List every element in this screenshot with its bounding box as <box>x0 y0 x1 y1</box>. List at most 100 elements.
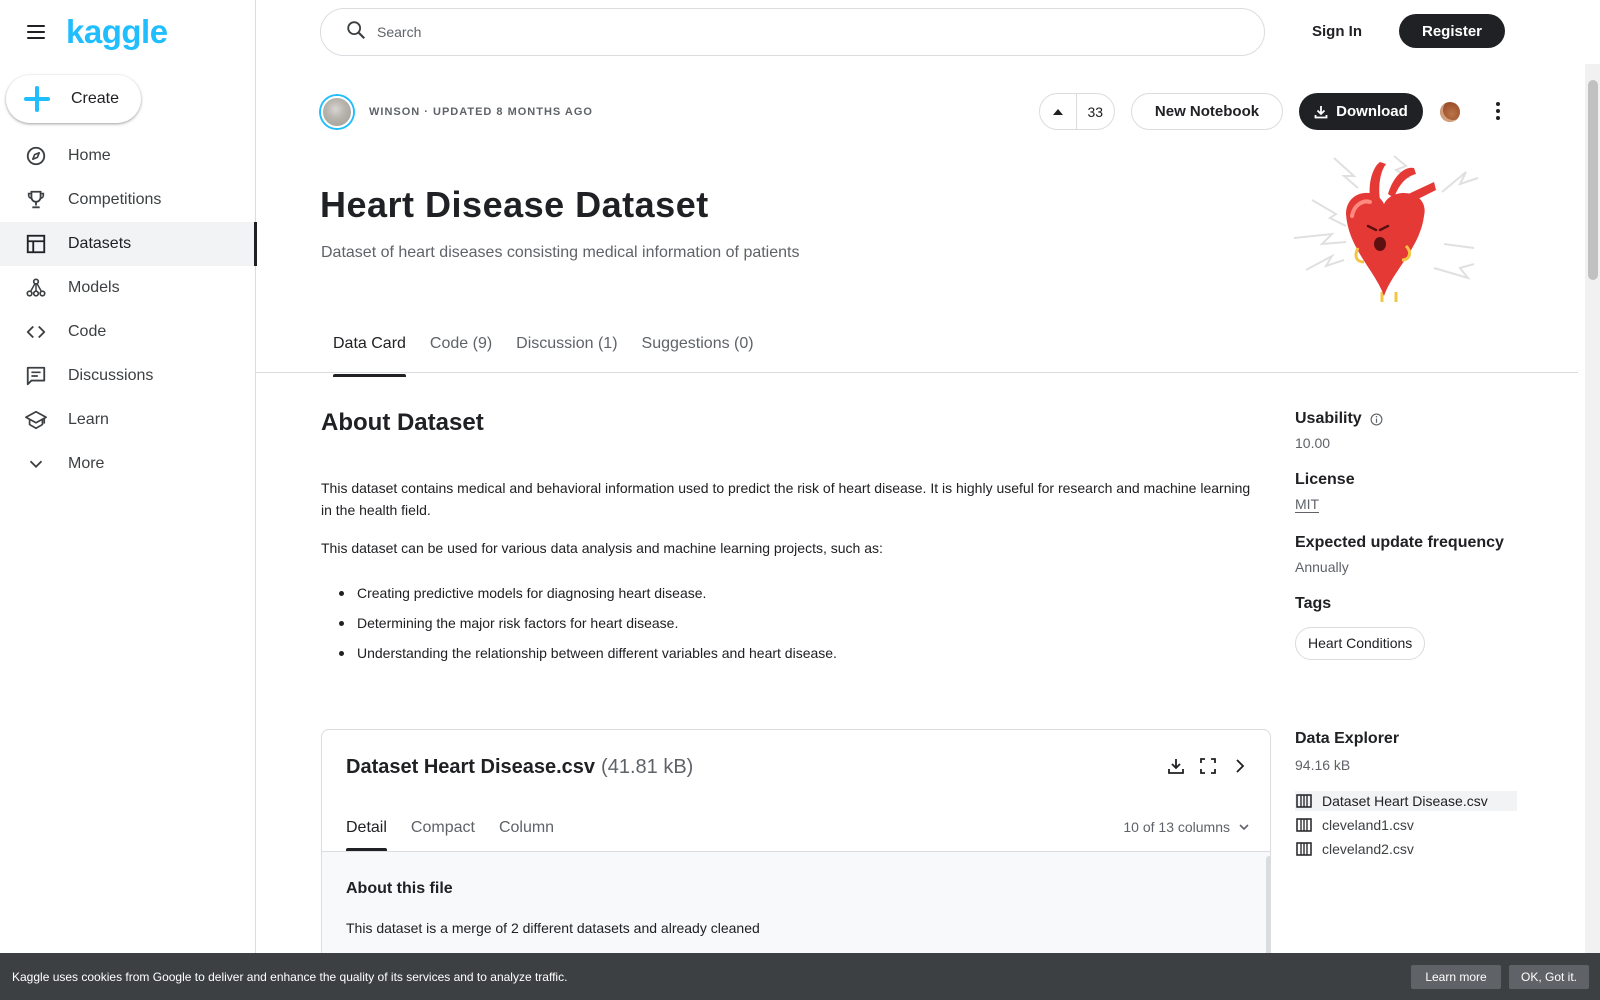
bronze-medal-icon[interactable] <box>1440 102 1460 122</box>
trophy-icon <box>24 188 48 212</box>
sidebar-item-models[interactable]: Models <box>0 266 256 310</box>
explorer-file-item[interactable]: Dataset Heart Disease.csv <box>1295 791 1517 811</box>
sidebar-item-code[interactable]: Code <box>0 310 256 354</box>
license-link[interactable]: MIT <box>1295 496 1320 513</box>
about-file-text: This dataset is a merge of 2 different d… <box>346 920 760 936</box>
tab-discussion[interactable]: Discussion (1) <box>516 335 617 371</box>
models-icon <box>24 276 48 300</box>
cookie-text: Kaggle uses cookies from Google to deliv… <box>12 969 568 984</box>
file-name: Dataset Heart Disease.csv <box>346 756 596 778</box>
kaggle-logo[interactable]: kaggle <box>66 15 168 48</box>
explorer-file-item[interactable]: cleveland2.csv <box>1295 839 1517 859</box>
menu-icon[interactable] <box>24 20 48 44</box>
tab-compact[interactable]: Compact <box>411 819 475 837</box>
info-icon[interactable] <box>1370 413 1383 426</box>
columns-select[interactable]: 10 of 13 columns <box>1123 819 1250 835</box>
license-section: License MIT <box>1295 471 1545 514</box>
file-actions <box>1166 754 1250 778</box>
sidebar-item-label: Discussions <box>68 367 154 384</box>
explorer-file-list: Dataset Heart Disease.csv cleveland1.csv… <box>1295 791 1517 859</box>
update-frequency-section: Expected update frequency Annually <box>1295 534 1545 575</box>
sidebar-nav: Home Competitions Datasets Models Code D… <box>0 134 257 486</box>
sidebar-item-label: Code <box>68 323 107 340</box>
comments-icon <box>24 364 48 388</box>
tab-code[interactable]: Code (9) <box>430 335 492 371</box>
chevron-down-icon <box>24 452 48 476</box>
file-size: (41.81 kB) <box>601 756 694 778</box>
compass-icon <box>24 144 48 168</box>
tags-heading: Tags <box>1295 595 1332 612</box>
search-input[interactable] <box>377 24 1177 40</box>
explorer-file-name: Dataset Heart Disease.csv <box>1322 793 1488 809</box>
tab-data-card[interactable]: Data Card <box>333 335 406 377</box>
file-view-tabs: Detail Compact Column <box>346 819 578 851</box>
sidebar-item-label: Models <box>68 279 120 296</box>
explorer-file-name: cleveland1.csv <box>1322 817 1414 833</box>
sidebar-item-label: Competitions <box>68 191 162 208</box>
dataset-tabs: Data Card Code (9) Discussion (1) Sugges… <box>333 335 778 377</box>
upvote-button[interactable] <box>1040 94 1077 129</box>
about-paragraph: This dataset contains medical and behavi… <box>321 480 1251 518</box>
data-explorer-heading: Data Explorer <box>1295 730 1400 747</box>
tabs-divider <box>256 372 1578 373</box>
download-label: Download <box>1336 103 1408 120</box>
explorer-file-name: cleveland2.csv <box>1322 841 1414 857</box>
update-frequency-value: Annually <box>1295 559 1349 575</box>
heart-illustration <box>1293 155 1479 302</box>
sidebar-item-home[interactable]: Home <box>0 134 256 178</box>
sidebar-item-learn[interactable]: Learn <box>0 398 256 442</box>
explorer-file-item[interactable]: cleveland1.csv <box>1295 815 1517 835</box>
sidebar-item-label: More <box>68 455 105 472</box>
sidebar-item-more[interactable]: More <box>0 442 256 486</box>
usability-label: Usability <box>1295 410 1362 427</box>
sidebar-item-label: Home <box>68 147 111 164</box>
logo-row: kaggle <box>24 15 168 48</box>
sidebar-item-label: Learn <box>68 411 109 428</box>
sign-in-button[interactable]: Sign In <box>1296 14 1378 48</box>
new-notebook-button[interactable]: New Notebook <box>1131 93 1283 130</box>
file-preview-card: Dataset Heart Disease.csv (41.81 kB) Deta… <box>321 729 1271 969</box>
download-icon <box>1314 105 1328 118</box>
table-icon <box>24 232 48 256</box>
page-title: Heart Disease Dataset <box>320 184 709 225</box>
caret-up-icon <box>1052 108 1063 115</box>
sidebar-item-datasets[interactable]: Datasets <box>0 222 257 266</box>
page-scrollbar-thumb[interactable] <box>1588 80 1598 280</box>
update-frequency-heading: Expected update frequency <box>1295 534 1504 551</box>
search-bar[interactable] <box>320 8 1265 56</box>
chevron-down-icon <box>1239 824 1249 831</box>
create-button[interactable]: Create <box>6 75 141 123</box>
register-button[interactable]: Register <box>1399 14 1505 48</box>
search-icon <box>345 19 367 46</box>
vote-count: 33 <box>1087 103 1104 120</box>
list-item: Understanding the relationship between d… <box>339 642 837 664</box>
download-icon[interactable] <box>1166 754 1186 778</box>
data-explorer-size: 94.16 kB <box>1295 757 1351 773</box>
sidebar-item-competitions[interactable]: Competitions <box>0 178 256 222</box>
author-row: WINSON · UPDATED 8 MONTHS AGO <box>321 96 593 128</box>
vote-widget: 33 <box>1039 93 1115 130</box>
more-options-icon[interactable] <box>1486 97 1510 125</box>
sidebar-item-discussions[interactable]: Discussions <box>0 354 256 398</box>
fullscreen-icon[interactable] <box>1198 754 1218 778</box>
list-item: Determining the major risk factors for h… <box>339 612 837 634</box>
file-detail-panel: About this file This dataset is a merge … <box>322 851 1270 968</box>
avatar[interactable] <box>321 96 353 128</box>
cookie-banner: Kaggle uses cookies from Google to deliv… <box>0 953 1600 1000</box>
list-item: Creating predictive models for diagnosin… <box>339 582 837 604</box>
csv-table-icon <box>1296 842 1312 856</box>
sidebar: kaggle Create Home Competitions Datasets <box>0 0 257 1000</box>
create-label: Create <box>71 90 120 107</box>
school-icon <box>24 408 48 432</box>
plus-icon <box>24 86 50 112</box>
tab-detail[interactable]: Detail <box>346 819 387 851</box>
tab-suggestions[interactable]: Suggestions (0) <box>642 335 754 371</box>
download-button[interactable]: Download <box>1299 93 1423 130</box>
accept-cookies-button[interactable]: OK, Got it. <box>1509 965 1589 989</box>
learn-more-button[interactable]: Learn more <box>1411 965 1501 989</box>
chevron-right-icon[interactable] <box>1230 754 1250 778</box>
usability-section: Usability 10.00 <box>1295 410 1545 451</box>
tab-column[interactable]: Column <box>499 819 554 837</box>
tag-chip[interactable]: Heart Conditions <box>1295 627 1426 660</box>
about-file-heading: About this file <box>346 880 453 897</box>
